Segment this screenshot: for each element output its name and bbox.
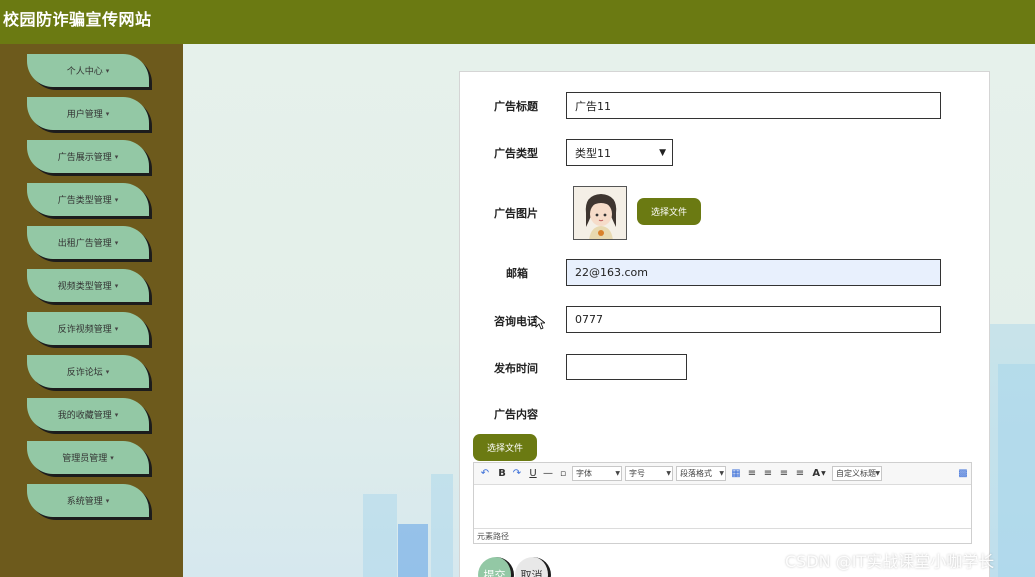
rich-text-editor: ↶ B ↷ U — ▫ 字体 ▼ 字号 ▼ 段落格式 ▼ ▦ ≡ ≡ ≡ ≡ A ▼ 自… (473, 462, 972, 544)
underline-icon[interactable]: U (527, 466, 539, 481)
chevron-down-icon: ▾ (110, 453, 114, 462)
sidebar-item-label: 反诈论坛 (66, 368, 103, 378)
sidebar-item-label: 系统管理 (66, 497, 103, 507)
background-building (363, 494, 397, 577)
bold-icon[interactable]: B (496, 466, 508, 481)
align-justify-icon[interactable]: ≡ (794, 466, 806, 481)
publish-time-input[interactable] (566, 354, 687, 380)
undo-icon[interactable]: ↶ (479, 466, 491, 481)
background-building (398, 524, 428, 577)
sidebar-item-anti-fraud-video[interactable]: 反诈视频管理 ▾ (27, 312, 149, 345)
table-icon[interactable]: ▦ (730, 466, 742, 481)
custom-title-select[interactable]: 自定义标题 ▼ (832, 466, 882, 481)
phone-label: 咨询电话 (494, 315, 538, 328)
chevron-down-icon: ▼ (821, 470, 826, 477)
paragraph-format-value: 段落格式 (680, 469, 712, 478)
align-right-icon[interactable]: ≡ (778, 466, 790, 481)
chevron-down-icon: ▾ (105, 109, 110, 118)
sidebar-item-ad-type[interactable]: 广告类型管理 ▾ (27, 183, 149, 216)
ad-content-label: 广告内容 (494, 408, 538, 421)
element-path: 元素路径 (474, 528, 971, 543)
sidebar-item-video-type[interactable]: 视频类型管理 ▾ (27, 269, 149, 302)
publish-time-label: 发布时间 (494, 362, 538, 375)
font-color-letter: A (812, 468, 821, 479)
ad-image-choose-file-button[interactable]: 选择文件 (637, 198, 701, 225)
chevron-down-icon: ▼ (659, 147, 666, 158)
ad-type-select[interactable]: 类型11 ▼ (566, 139, 673, 166)
sidebar-item-ad-display[interactable]: 广告展示管理 ▾ (27, 140, 149, 173)
fullscreen-icon[interactable]: ▩ (957, 466, 969, 481)
email-input[interactable]: 22@163.com (566, 259, 941, 286)
chevron-down-icon: ▾ (114, 324, 119, 333)
editor-content-area[interactable] (474, 486, 971, 528)
mouse-cursor-icon (535, 315, 545, 330)
site-title: 校园防诈骗宣传网站 (3, 10, 152, 29)
ad-image-label: 广告图片 (494, 207, 538, 220)
chevron-down-icon: ▾ (114, 195, 119, 204)
phone-input[interactable]: 0777 (566, 306, 941, 333)
sidebar-item-user-management[interactable]: 用户管理 ▾ (27, 97, 149, 130)
chevron-down-icon: ▾ (105, 66, 110, 75)
editor-toolbar: ↶ B ↷ U — ▫ 字体 ▼ 字号 ▼ 段落格式 ▼ ▦ ≡ ≡ ≡ ≡ A ▼ 自… (474, 463, 971, 485)
align-center-icon[interactable]: ≡ (762, 466, 774, 481)
sidebar-item-label: 反诈视频管理 (57, 325, 112, 335)
chevron-down-icon: ▾ (114, 152, 119, 161)
ad-image-thumbnail (573, 186, 627, 240)
font-size-value: 字号 (629, 469, 645, 478)
ad-type-label: 广告类型 (494, 147, 538, 160)
font-color-icon[interactable]: A ▼ (811, 466, 827, 481)
chevron-down-icon: ▼ (666, 470, 671, 477)
font-size-select[interactable]: 字号 ▼ (625, 466, 673, 481)
watermark: CSDN @IT实战课堂小咖学长 (785, 552, 995, 571)
sidebar-item-personal-center[interactable]: 个人中心 ▾ (27, 54, 149, 87)
align-left-icon[interactable]: ≡ (746, 466, 758, 481)
top-bar: 校园防诈骗宣传网站 (0, 0, 1035, 44)
horizontal-rule-icon[interactable]: — (542, 466, 554, 481)
content-choose-file-button[interactable]: 选择文件 (473, 434, 537, 461)
chevron-down-icon: ▼ (875, 470, 880, 477)
sidebar-item-label: 用户管理 (66, 110, 103, 120)
sidebar-item-label: 视频类型管理 (57, 282, 112, 292)
sidebar-item-label: 广告类型管理 (57, 196, 112, 206)
sidebar-item-label: 我的收藏管理 (57, 411, 112, 421)
sidebar-item-system-management[interactable]: 系统管理 ▾ (27, 484, 149, 517)
cartoon-girl-image (574, 187, 626, 239)
sidebar-item-favorites[interactable]: 我的收藏管理 ▾ (27, 398, 149, 431)
paragraph-format-select[interactable]: 段落格式 ▼ (676, 466, 726, 481)
sidebar-item-admin-management[interactable]: 管理员管理 ▾ (27, 441, 149, 474)
chevron-down-icon: ▾ (105, 367, 110, 376)
chevron-down-icon: ▾ (114, 238, 119, 247)
background-building (998, 364, 1035, 577)
sidebar-item-label: 管理员管理 (62, 454, 108, 464)
ad-title-label: 广告标题 (494, 100, 538, 113)
chevron-down-icon: ▾ (105, 496, 110, 505)
sidebar-item-anti-fraud-forum[interactable]: 反诈论坛 ▾ (27, 355, 149, 388)
sidebar-item-label: 个人中心 (66, 67, 103, 77)
sidebar-item-label: 广告展示管理 (57, 153, 112, 163)
ad-type-selected-value: 类型11 (575, 146, 611, 160)
email-label: 邮箱 (506, 267, 528, 280)
custom-title-value: 自定义标题 (836, 469, 876, 478)
chevron-down-icon: ▾ (114, 410, 119, 419)
font-family-value: 字体 (576, 469, 592, 478)
remove-format-icon[interactable]: ▫ (557, 466, 569, 481)
redo-icon[interactable]: ↷ (511, 466, 523, 481)
background-building (431, 474, 453, 577)
font-family-select[interactable]: 字体 ▼ (572, 466, 622, 481)
chevron-down-icon: ▼ (719, 470, 724, 477)
chevron-down-icon: ▼ (615, 470, 620, 477)
chevron-down-icon: ▾ (114, 281, 119, 290)
sidebar-item-rental-ad[interactable]: 出租广告管理 ▾ (27, 226, 149, 259)
sidebar-item-label: 出租广告管理 (57, 239, 112, 249)
ad-title-input[interactable]: 广告11 (566, 92, 941, 119)
